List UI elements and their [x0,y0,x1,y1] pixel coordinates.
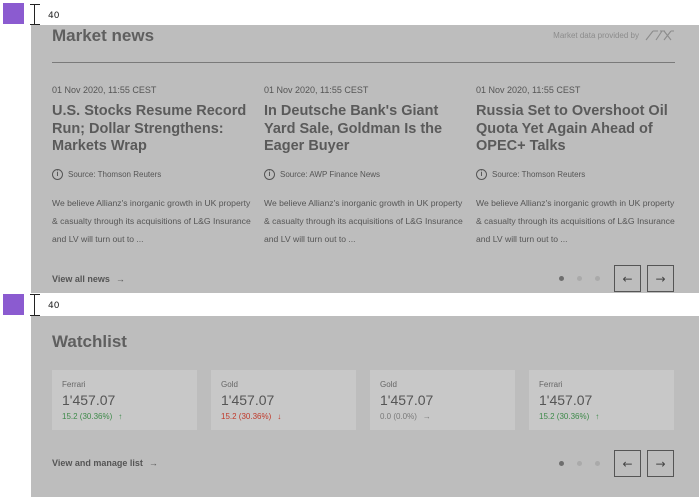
six-logo-icon [645,30,674,41]
card-change: 15.2 (30.36%) ↓ [221,412,346,421]
article-title[interactable]: U.S. Stocks Resume Record Run; Dollar St… [52,103,252,156]
card-name: Gold [221,380,238,389]
pagination-dots [559,461,600,466]
pagination-dot[interactable] [577,461,582,466]
data-provider: Market data provided by [553,30,675,41]
pagination-dot[interactable] [577,276,582,281]
pagination-dot[interactable] [595,276,600,281]
arrow-right-icon: → [422,412,431,421]
pagination-dot-active[interactable] [559,276,564,281]
article-excerpt: We believe Allianz's inorganic growth in… [264,197,463,244]
manage-list-link[interactable]: View and manage list → [52,458,158,468]
spacer-bracket [30,294,40,316]
article-title[interactable]: Russia Set to Overshoot Oil Quota Yet Ag… [476,103,676,156]
watchlist-card[interactable]: Ferrari 1'457.07 15.2 (30.36%) ↑ [529,370,674,430]
pagination-dot-active[interactable] [559,461,564,466]
card-price: 1'457.07 [539,392,593,408]
news-article[interactable]: 01 Nov 2020, 11:55 CEST Russia Set to Ov… [476,85,676,248]
section-title: Market news [52,26,155,45]
card-change: 15.2 (30.36%) ↑ [62,412,187,421]
arrow-right-icon: → [655,456,666,471]
view-all-news-label: View all news [52,274,110,284]
spacer-label: 40 [48,11,60,21]
arrow-left-icon: ← [622,456,633,471]
card-name: Ferrari [62,380,86,389]
watchlist-card[interactable]: Ferrari 1'457.07 15.2 (30.36%) ↑ [52,370,197,430]
news-article[interactable]: 01 Nov 2020, 11:55 CEST In Deutsche Bank… [264,85,464,248]
article-date: 01 Nov 2020, 11:55 CEST [52,85,157,95]
change-value: 0.0 (0.0%) [380,412,417,421]
article-source: i Source: Thomson Reuters [52,168,252,180]
article-source-label: Source: Thomson Reuters [492,169,586,179]
watchlist-card[interactable]: Gold 1'457.07 15.2 (30.36%) ↓ [211,370,356,430]
view-all-news-link[interactable]: View all news → [52,274,125,284]
divider [52,62,675,63]
card-price: 1'457.07 [62,392,116,408]
article-source: i Source: AWP Finance News [264,168,464,180]
card-change: 15.2 (30.36%) ↑ [539,412,664,421]
arrow-right-icon: → [115,274,125,284]
card-change: 0.0 (0.0%) → [380,412,505,421]
arrow-left-icon: ← [622,271,633,286]
card-name: Gold [380,380,397,389]
arrow-up-icon: ↑ [595,412,600,421]
info-icon: i [52,168,63,180]
manage-list-label: View and manage list [52,458,143,468]
arrow-up-icon: ↑ [118,412,123,421]
pagination-dot[interactable] [595,461,600,466]
market-news-section: Market news Market data provided by 01 N… [31,25,699,293]
watchlist-card[interactable]: Gold 1'457.07 0.0 (0.0%) → [370,370,515,430]
arrow-down-icon: ↓ [277,412,282,421]
spacer-label: 40 [48,301,60,311]
provider-text: Market data provided by [553,31,639,40]
previous-button[interactable]: ← [614,450,641,477]
next-button[interactable]: → [647,450,674,477]
next-button[interactable]: → [647,265,674,292]
arrow-right-icon: → [655,271,666,286]
arrow-right-icon: → [148,458,158,468]
spacer-swatch [3,294,24,315]
spacer-annotation: 40 [0,293,699,316]
change-value: 15.2 (30.36%) [62,412,113,421]
info-icon: i [476,168,487,180]
article-excerpt: We believe Allianz's inorganic growth in… [476,197,675,244]
news-article[interactable]: 01 Nov 2020, 11:55 CEST U.S. Stocks Resu… [52,85,252,248]
article-date: 01 Nov 2020, 11:55 CEST [476,85,581,95]
spacer-swatch [3,3,24,24]
section-title: Watchlist [52,332,127,351]
previous-button[interactable]: ← [614,265,641,292]
article-source-label: Source: AWP Finance News [280,169,381,179]
spacer-bracket [30,4,40,25]
article-date: 01 Nov 2020, 11:55 CEST [264,85,369,95]
article-source: i Source: Thomson Reuters [476,168,676,180]
article-excerpt: We believe Allianz's inorganic growth in… [52,197,251,244]
article-source-label: Source: Thomson Reuters [68,169,162,179]
pagination-dots [559,276,600,281]
change-value: 15.2 (30.36%) [221,412,272,421]
watchlist-section: Watchlist Ferrari 1'457.07 15.2 (30.36%)… [31,316,699,497]
change-value: 15.2 (30.36%) [539,412,590,421]
article-title[interactable]: In Deutsche Bank's Giant Yard Sale, Gold… [264,103,464,156]
card-price: 1'457.07 [380,392,434,408]
card-price: 1'457.07 [221,392,275,408]
info-icon: i [264,168,275,180]
card-name: Ferrari [539,380,563,389]
